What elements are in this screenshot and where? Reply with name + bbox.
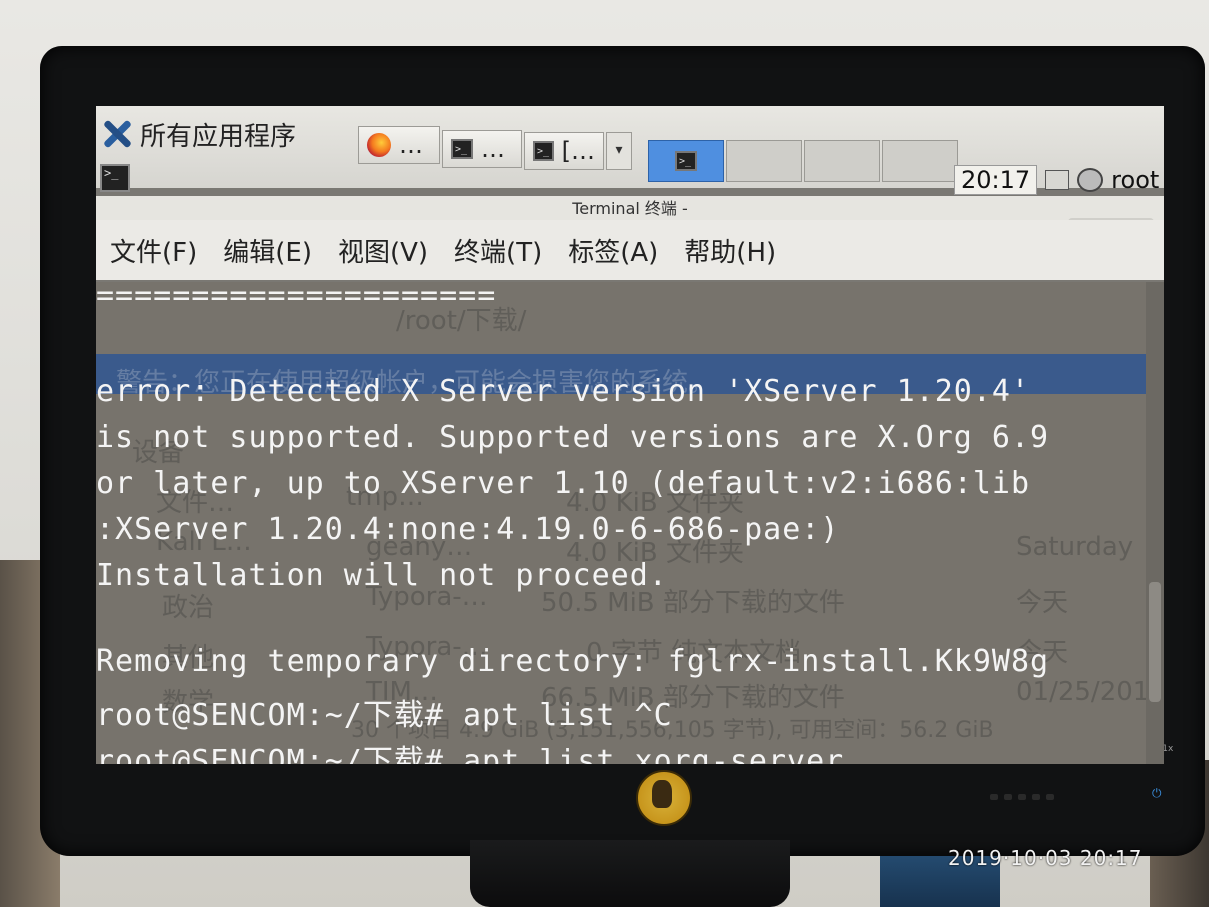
menu-tabs[interactable]: 标签(A) [568, 232, 658, 269]
terminal-line: or later, up to XServer 1.10 (default:v2… [96, 466, 1031, 501]
keyboard-icon[interactable] [1045, 170, 1070, 190]
screen: 所有应用程序 … >_ … >_ [… ▾ >_ 20:17 root >_ T [96, 106, 1164, 764]
terminal-line: root@SENCOM:~/下载# apt list ^C [96, 698, 673, 733]
menu-terminal[interactable]: 终端(T) [454, 232, 542, 269]
taskbar-item-terminal-1[interactable]: >_ … [442, 130, 522, 168]
applications-menu[interactable]: 所有应用程序 [100, 112, 296, 156]
menu-help[interactable]: 帮助(H) [684, 232, 776, 269]
terminal-line: ===================== [96, 278, 497, 313]
menu-edit[interactable]: 编辑(E) [223, 232, 312, 269]
badge-portrait-icon [652, 780, 672, 808]
monitor-buttons[interactable] [990, 794, 1060, 802]
terminal-line: Installation will not proceed. [96, 558, 668, 593]
top-panel: 所有应用程序 … >_ … >_ [… ▾ >_ 20:17 root >_ [96, 106, 1164, 195]
terminal-icon: >_ [675, 151, 697, 171]
workspace-4[interactable] [882, 140, 958, 182]
taskbar-item-firefox[interactable]: … [358, 126, 440, 164]
terminal-line: :XServer 1.20.4:none:4.19.0-6-686-pae:) [96, 512, 840, 547]
terminal-area[interactable]: /root/下载/ 警告：您正在使用超级帐户，可能会损害您的系统。 设备 文件…… [96, 278, 1164, 764]
network-icon[interactable] [1077, 168, 1104, 192]
taskbar-item-label: [… [561, 137, 595, 165]
user-label[interactable]: root [1111, 166, 1159, 194]
menu-view[interactable]: 视图(V) [338, 232, 428, 269]
terminal-icon: >_ [533, 141, 554, 161]
menu-file[interactable]: 文件(F) [110, 232, 197, 269]
panel-tray: 20:17 root [954, 160, 1159, 200]
monitor-stand [470, 840, 790, 907]
firefox-icon [367, 133, 391, 157]
terminal-line: error: Detected X Server version 'XServe… [96, 374, 1031, 409]
window-title: Terminal 终端 - [96, 196, 1164, 222]
terminal-launcher-icon[interactable]: >_ [100, 164, 130, 192]
terminal-icon: >_ [451, 139, 473, 159]
terminal-scrollbar[interactable] [1146, 282, 1164, 764]
scrollbar-thumb[interactable] [1149, 582, 1161, 702]
xfce-logo-icon [100, 117, 134, 151]
workspace-2[interactable] [726, 140, 802, 182]
clock[interactable]: 20:17 [954, 165, 1038, 195]
taskbar-item-label: … [399, 131, 423, 159]
workspace-3[interactable] [804, 140, 880, 182]
power-icon[interactable]: ⏻ [1152, 786, 1162, 801]
taskbar-item-terminal-2[interactable]: >_ [… [524, 132, 604, 170]
applications-menu-label: 所有应用程序 [140, 121, 297, 152]
photo-timestamp: 2019·10·03 20:17 [948, 846, 1143, 870]
ghost-date: 今天 [1016, 588, 1069, 618]
menubar: 文件(F) 编辑(E) 视图(V) 终端(T) 标签(A) 帮助(H) [96, 220, 1164, 280]
ghost-date: 01/25/2019 [1016, 677, 1164, 707]
ghost-date: Saturday [1016, 532, 1134, 562]
taskbar-overflow-button[interactable]: ▾ [606, 132, 632, 170]
terminal-line: root@SENCOM:~/下载# apt list xorg-server [96, 744, 845, 764]
workspace-1[interactable]: >_ [648, 140, 724, 182]
terminal-line: Removing temporary directory: fglrx-inst… [96, 644, 1050, 679]
terminal-line: is not supported. Supported versions are… [96, 420, 1050, 455]
taskbar-item-label: … [481, 135, 505, 163]
